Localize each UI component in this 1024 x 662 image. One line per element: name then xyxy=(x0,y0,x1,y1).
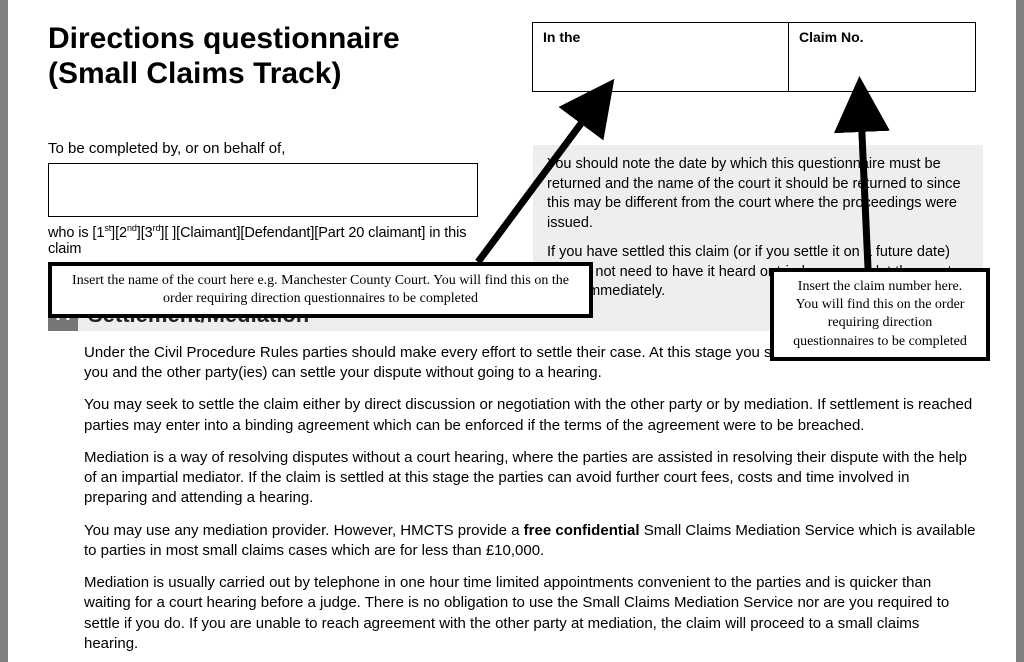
annotation-court-name: Insert the name of the court here e.g. M… xyxy=(48,262,593,318)
note-paragraph-1: You should note the date by which this q… xyxy=(547,155,969,233)
section-a-body: Under the Civil Procedure Rules parties … xyxy=(84,343,976,654)
claim-no-label: Claim No. xyxy=(799,29,965,45)
header-boxes: In the Claim No. xyxy=(532,22,976,92)
annotation-claim-number: Insert the claim number here. You will f… xyxy=(770,268,990,361)
completed-input-box[interactable] xyxy=(48,163,478,217)
title-line-2: (Small Claims Track) xyxy=(48,57,341,90)
completed-block: To be completed by, or on behalf of, who… xyxy=(48,140,478,257)
document-page: Directions questionnaire (Small Claims T… xyxy=(8,0,1016,662)
title-line-1: Directions questionnaire xyxy=(48,22,400,55)
completed-label: To be completed by, or on behalf of, xyxy=(48,140,478,157)
body-paragraph-5: Mediation is usually carried out by tele… xyxy=(84,573,976,654)
in-the-box[interactable]: In the xyxy=(532,22,788,92)
body-paragraph-3: Mediation is a way of resolving disputes… xyxy=(84,448,976,509)
header-row: Directions questionnaire (Small Claims T… xyxy=(48,22,976,92)
party-line: who is [1st][2nd][3rd][ ][Claimant][Defe… xyxy=(48,223,478,257)
body-paragraph-2: You may seek to settle the claim either … xyxy=(84,395,976,436)
title-block: Directions questionnaire (Small Claims T… xyxy=(48,22,400,91)
claim-no-box[interactable]: Claim No. xyxy=(788,22,976,92)
in-the-label: In the xyxy=(543,29,778,45)
page-title: Directions questionnaire (Small Claims T… xyxy=(48,22,400,91)
body-paragraph-4: You may use any mediation provider. Howe… xyxy=(84,521,976,562)
